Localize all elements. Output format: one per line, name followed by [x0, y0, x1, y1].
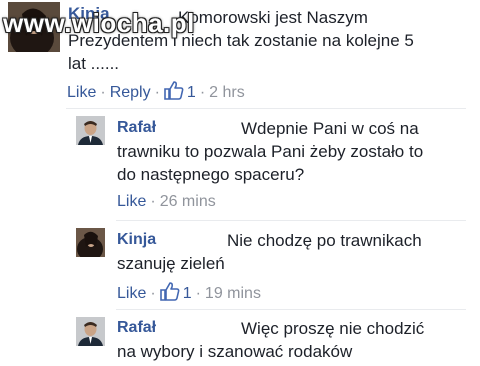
- comment-time[interactable]: 2 hrs: [209, 84, 245, 101]
- avatar[interactable]: [76, 228, 105, 257]
- avatar[interactable]: [76, 317, 105, 346]
- comment-actions: Like · 1 · 19 mins: [117, 282, 261, 306]
- separator-dot: ·: [150, 285, 156, 302]
- like-count[interactable]: 1: [187, 84, 196, 101]
- comment-actions: Like · Reply · 1 · 2 hrs: [67, 81, 245, 105]
- thumbs-up-icon[interactable]: [159, 282, 180, 306]
- like-link[interactable]: Like: [67, 84, 96, 101]
- comment-text: Nie chodzę po trawnikach szanuję zieleń: [117, 231, 422, 273]
- avatar-rafal-icon: [76, 317, 105, 346]
- separator-dot: ·: [195, 285, 201, 302]
- comment-text: Więc proszę nie chodzić na wybory i szan…: [117, 319, 425, 361]
- comment-text: Wdepnie Pani w coś na trawniku to pozwal…: [117, 119, 424, 184]
- like-count[interactable]: 1: [183, 285, 192, 302]
- separator-dot: ·: [199, 84, 206, 101]
- like-link[interactable]: Like: [117, 193, 146, 210]
- comment-actions: Like · 26 mins: [117, 193, 216, 211]
- comment-time[interactable]: 19 mins: [205, 285, 261, 302]
- avatar-kinja-icon: [76, 228, 105, 257]
- avatar-rafal-icon: [76, 116, 105, 145]
- comment-time[interactable]: 26 mins: [160, 193, 216, 210]
- divider: [66, 108, 466, 109]
- thumbs-up-icon[interactable]: [164, 81, 184, 105]
- avatar[interactable]: [76, 116, 105, 145]
- reply-link[interactable]: Reply: [110, 84, 151, 101]
- separator-dot: ·: [150, 193, 156, 210]
- separator-dot: ·: [154, 84, 160, 101]
- divider: [116, 309, 466, 310]
- separator-dot: ·: [100, 84, 106, 101]
- like-link[interactable]: Like: [117, 285, 146, 302]
- watermark: www.wiocha.pl: [3, 8, 195, 38]
- divider: [116, 220, 466, 221]
